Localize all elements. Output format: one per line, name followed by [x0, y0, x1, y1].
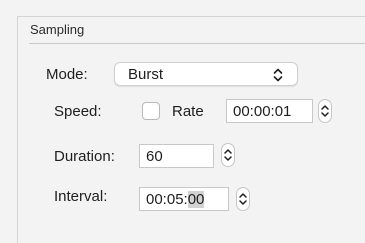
mode-popup-button[interactable]: Burst	[114, 62, 298, 86]
duration-value: 60	[146, 148, 163, 165]
rate-stepper[interactable]	[318, 99, 332, 123]
rate-checkbox[interactable]	[142, 102, 160, 120]
chevron-up-down-icon	[273, 67, 283, 88]
stepper-arrows-icon	[224, 149, 232, 161]
duration-stepper[interactable]	[221, 143, 235, 167]
rate-time-field[interactable]: 00:00:01	[226, 99, 313, 123]
mode-popup-value: Burst	[128, 66, 164, 83]
stepper-arrows-icon	[239, 193, 247, 205]
interval-selected-segment[interactable]: 00	[187, 191, 205, 208]
interval-value-prefix: 00:05:	[146, 191, 188, 208]
interval-stepper[interactable]	[236, 187, 250, 211]
stepper-arrows-icon	[321, 105, 329, 117]
mode-label: Mode:	[46, 66, 88, 83]
rate-label: Rate	[172, 103, 204, 120]
rate-time-value: 00:00:01	[233, 103, 292, 120]
interval-label: Interval:	[54, 188, 108, 205]
section-divider	[29, 43, 365, 44]
duration-field[interactable]: 60	[139, 144, 214, 168]
duration-label: Duration:	[54, 148, 115, 165]
section-title: Sampling	[30, 22, 85, 37]
interval-field[interactable]: 00:05:00	[139, 187, 229, 211]
speed-label: Speed:	[54, 103, 102, 120]
